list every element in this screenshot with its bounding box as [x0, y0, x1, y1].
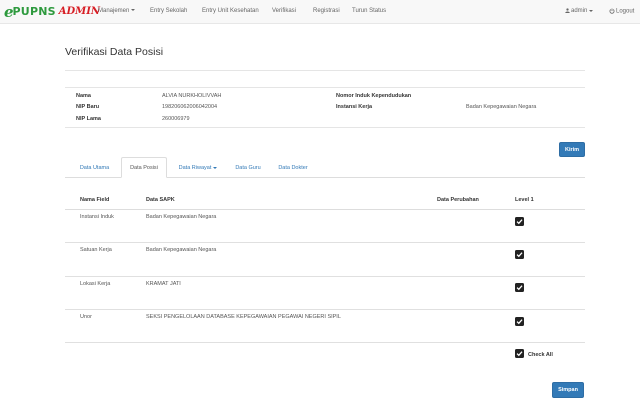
nav-entry-unit-kesehatan[interactable]: Entry Unit Kesehatan [202, 8, 259, 14]
check-icon [516, 252, 523, 258]
check-icon [516, 285, 523, 291]
tab-data-posisi[interactable]: Data Posisi [121, 157, 167, 178]
check-all-label: Check All [528, 352, 553, 358]
brand-logo[interactable]: e PUPNS ADMIN [4, 3, 101, 21]
nav-turun-status[interactable]: Turun Status [352, 8, 386, 14]
title-divider [65, 70, 585, 71]
row-instansi-induk-sapk: Badan Kepegawaian Negara [146, 214, 217, 220]
user-menu[interactable]: admin [565, 8, 594, 15]
check-icon [516, 319, 523, 325]
tab-data-dokter[interactable]: Data Dokter [270, 157, 316, 178]
row-divider [65, 309, 585, 310]
nip-lama-value: 260006979 [162, 116, 190, 122]
check-icon [516, 219, 523, 225]
tab-data-utama[interactable]: Data Utama [71, 157, 118, 178]
header-divider [65, 209, 585, 210]
nip-baru-value: 198206062006042004 [162, 104, 218, 110]
nav-registrasi[interactable]: Registrasi [313, 8, 340, 14]
row-unor-field: Unor [80, 314, 92, 320]
row-instansi-induk-field: Instansi Induk [80, 214, 114, 220]
power-icon [609, 8, 615, 14]
brand-pupns: PUPNS [12, 5, 56, 18]
header-data-perubahan: Data Perubahan [437, 197, 479, 203]
tab-data-riwayat[interactable]: Data Riwayat [170, 157, 226, 178]
instansi-kerja-label: Instansi Kerja [336, 104, 373, 110]
logout-link[interactable]: Logout [609, 8, 634, 15]
nav-manajemen[interactable]: Manajemen [98, 8, 136, 14]
nip-baru-label: NIP Baru [76, 104, 100, 110]
page-title: Verifikasi Data Posisi [65, 46, 164, 58]
user-menu-label: admin [571, 8, 588, 15]
chevron-down-icon [213, 166, 218, 169]
nav-manajemen-label: Manajemen [98, 8, 130, 14]
checkbox-lokasi-kerja[interactable] [515, 283, 524, 292]
header-data-sapk: Data SAPK [146, 197, 175, 203]
row-satuan-kerja-field: Satuan Kerja [80, 247, 112, 253]
brand-admin: ADMIN [58, 6, 101, 17]
row-satuan-kerja-sapk: Badan Kepegawaian Negara [146, 247, 217, 253]
top-navbar: e PUPNS ADMIN Manajemen Entry Sekolah En… [0, 0, 640, 24]
row-unor-sapk: SEKSI PENGELOLAAN DATABASE KEPEGAWAIAN P… [146, 314, 341, 320]
nik-label: Nomor Induk Kependudukan [336, 93, 412, 99]
instansi-kerja-value: Badan Kepegawaian Negara [466, 104, 537, 110]
profile-top-divider [65, 87, 585, 88]
header-nama-field: Nama Field [80, 197, 110, 203]
nama-label: Nama [76, 93, 91, 99]
checkbox-unor[interactable] [515, 317, 524, 326]
row-lokasi-kerja-field: Lokasi Kerja [80, 281, 111, 287]
chevron-down-icon [131, 9, 136, 12]
logout-label: Logout [616, 8, 635, 15]
row-divider [65, 242, 585, 243]
simpan-button[interactable]: Simpan [552, 382, 584, 398]
tab-data-guru[interactable]: Data Guru [229, 157, 267, 178]
user-icon [565, 8, 570, 13]
profile-bottom-divider [65, 127, 585, 128]
nama-value: ALVIA NURKHOLIVVAH [162, 93, 222, 99]
nav-verifikasi[interactable]: Verifikasi [272, 8, 296, 14]
header-level-1: Level 1 [515, 197, 534, 203]
row-divider [65, 276, 585, 277]
tab-bar: Data Utama Data Posisi Data Riwayat Data… [65, 157, 585, 178]
row-lokasi-kerja-sapk: KRAMAT JATI [146, 281, 181, 287]
row-divider [65, 342, 585, 343]
nav-entry-sekolah[interactable]: Entry Sekolah [150, 8, 187, 14]
checkbox-satuan-kerja[interactable] [515, 250, 524, 259]
kirim-button[interactable]: Kirim [559, 142, 585, 157]
tab-data-riwayat-label: Data Riwayat [178, 164, 212, 171]
checkbox-check-all[interactable] [515, 349, 524, 358]
check-icon [516, 351, 523, 357]
chevron-down-icon [589, 9, 594, 12]
checkbox-instansi-induk[interactable] [515, 217, 524, 226]
nip-lama-label: NIP Lama [76, 116, 101, 122]
